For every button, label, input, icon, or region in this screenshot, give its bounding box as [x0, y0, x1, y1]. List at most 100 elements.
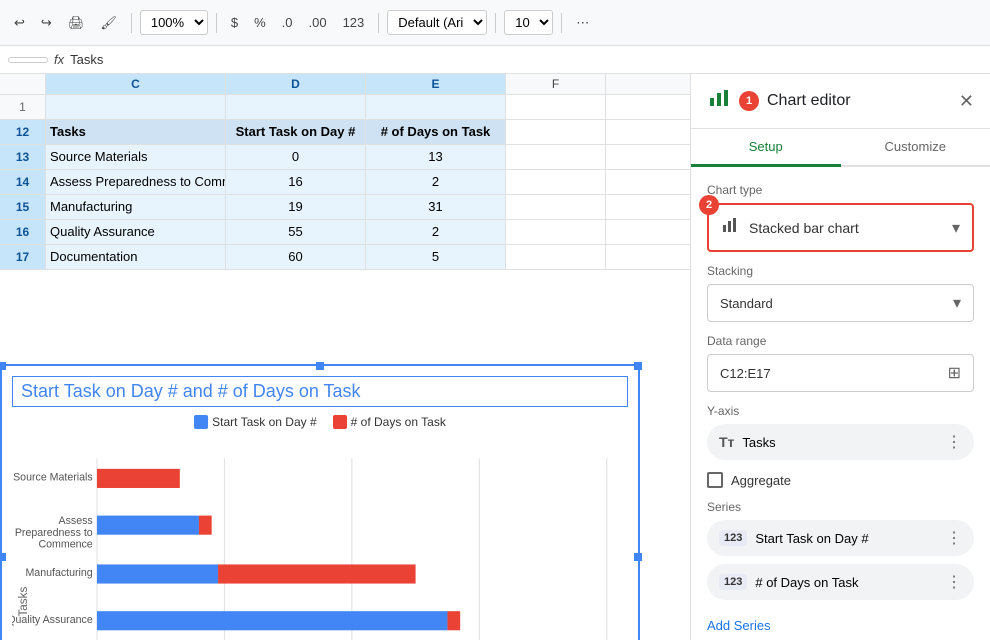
grid-icon[interactable]: ⊞	[948, 363, 961, 383]
resize-handle-tl[interactable]	[0, 362, 6, 370]
row-header: 12 Tasks Start Task on Day # # of Days o…	[0, 120, 690, 145]
sheet-body: 1 12 Tasks Start Task on Day # # of Days…	[0, 95, 690, 270]
resize-handle-t[interactable]	[316, 362, 324, 370]
cell-c13[interactable]: Source Materials	[46, 145, 226, 169]
chart-icon	[707, 86, 731, 116]
cell-e13[interactable]: 13	[366, 145, 506, 169]
row-num-13: 13	[0, 145, 46, 169]
svg-text:Assess: Assess	[59, 515, 93, 527]
cell-e16[interactable]: 2	[366, 220, 506, 244]
cell-f17[interactable]	[506, 245, 606, 269]
separator-4	[495, 13, 496, 33]
svg-text:Commence: Commence	[38, 538, 92, 550]
cell-f15[interactable]	[506, 195, 606, 219]
main-content: C D E F 1 12 Tasks Start Task on Day # #…	[0, 74, 990, 640]
resize-handle-r[interactable]	[634, 553, 642, 561]
resize-handle-l[interactable]	[0, 553, 6, 561]
percent-button[interactable]: %	[248, 11, 272, 34]
decimal-increase-button[interactable]: .00	[302, 11, 332, 34]
stacking-dropdown[interactable]: Standard ▾	[707, 284, 974, 322]
separator-2	[216, 13, 217, 33]
more-options-button[interactable]: ⋯	[570, 11, 595, 35]
cell-f16[interactable]	[506, 220, 606, 244]
cell-f12[interactable]	[506, 120, 606, 144]
y-axis-more-icon[interactable]: ⋮	[946, 432, 962, 452]
series-label-0: Start Task on Day #	[755, 531, 868, 546]
stacking-value: Standard	[720, 296, 773, 311]
legend-item-blue: Start Task on Day #	[194, 415, 317, 429]
add-series-button[interactable]: Add Series	[707, 612, 974, 639]
cell-c14[interactable]: Assess Preparedness to Commence	[46, 170, 226, 194]
cell-e14[interactable]: 2	[366, 170, 506, 194]
svg-text:Manufacturing: Manufacturing	[25, 567, 92, 579]
cell-d1[interactable]	[226, 95, 366, 119]
cell-f14[interactable]	[506, 170, 606, 194]
svg-text:Quality Assurance: Quality Assurance	[12, 614, 93, 626]
editor-body: Chart type 2 Stacked bar chart	[691, 167, 990, 640]
data-range-section: Data range C12:E17 ⊞	[707, 334, 974, 392]
cell-d12[interactable]: Start Task on Day #	[226, 120, 366, 144]
chart-title-input[interactable]	[12, 376, 628, 407]
print-button[interactable]: 🖨	[62, 11, 91, 35]
y-axis-item[interactable]: Tт Tasks ⋮	[707, 424, 974, 460]
col-header-f[interactable]: F	[506, 74, 606, 94]
editor-tabs: Setup Customize	[691, 129, 990, 167]
cell-d17[interactable]: 60	[226, 245, 366, 269]
chart-type-selector[interactable]: 2 Stacked bar chart ▾	[707, 203, 974, 252]
cell-d13[interactable]: 0	[226, 145, 366, 169]
cell-c15[interactable]: Manufacturing	[46, 195, 226, 219]
badge-2: 2	[699, 195, 719, 215]
row-num-14: 14	[0, 170, 46, 194]
col-header-c[interactable]: C	[46, 74, 226, 94]
aggregate-checkbox[interactable]	[707, 472, 723, 488]
col-header-e[interactable]: E	[366, 74, 506, 94]
tab-setup[interactable]: Setup	[691, 129, 841, 167]
chart-legend: Start Task on Day # # of Days on Task	[12, 415, 628, 429]
row-16: 16 Quality Assurance 55 2	[0, 220, 690, 245]
series-item-1[interactable]: 123 # of Days on Task ⋮	[707, 564, 974, 600]
row-13: 13 Source Materials 0 13	[0, 145, 690, 170]
cell-e17[interactable]: 5	[366, 245, 506, 269]
undo-button[interactable]: ↩	[8, 11, 31, 35]
row-empty-1: 1	[0, 95, 690, 120]
cell-d14[interactable]: 16	[226, 170, 366, 194]
resize-handle-tr[interactable]	[634, 362, 642, 370]
chart-container[interactable]: Start Task on Day # # of Days on Task Ta…	[0, 364, 640, 640]
cell-e15[interactable]: 31	[366, 195, 506, 219]
cell-c12[interactable]: Tasks	[46, 120, 226, 144]
col-header-d[interactable]: D	[226, 74, 366, 94]
data-range-field[interactable]: C12:E17 ⊞	[707, 354, 974, 392]
spreadsheet: C D E F 1 12 Tasks Start Task on Day # #…	[0, 74, 690, 640]
paint-format-button[interactable]: 🖌	[94, 11, 123, 35]
cell-c1[interactable]	[46, 95, 226, 119]
separator-3	[378, 13, 379, 33]
cell-c16[interactable]: Quality Assurance	[46, 220, 226, 244]
redo-button[interactable]: ↪	[35, 11, 58, 35]
stacking-chevron-icon: ▾	[953, 293, 961, 313]
series-more-icon-0[interactable]: ⋮	[946, 528, 962, 548]
svg-text:Tasks: Tasks	[17, 587, 30, 617]
zoom-select[interactable]: 100%	[140, 10, 208, 35]
row-num-1: 1	[0, 95, 46, 119]
cell-reference	[8, 57, 48, 63]
cell-e12[interactable]: # of Days on Task	[366, 120, 506, 144]
cell-f13[interactable]	[506, 145, 606, 169]
currency-button[interactable]: $	[225, 11, 244, 34]
decimal-decrease-button[interactable]: .0	[276, 11, 299, 34]
number-format-button[interactable]: 123	[337, 11, 371, 34]
series-item-0[interactable]: 123 Start Task on Day # ⋮	[707, 520, 974, 556]
font-size-select[interactable]: 10	[504, 10, 553, 35]
series-more-icon-1[interactable]: ⋮	[946, 572, 962, 592]
tab-customize[interactable]: Customize	[841, 129, 990, 167]
cell-d16[interactable]: 55	[226, 220, 366, 244]
series-list: 123 Start Task on Day # ⋮ 123 # of Days …	[707, 520, 974, 600]
font-select[interactable]: Default (Ari	[387, 10, 487, 35]
series-badge-1: 123	[719, 574, 747, 590]
cell-e1[interactable]	[366, 95, 506, 119]
series-item-left-1: 123 # of Days on Task	[719, 574, 858, 590]
cell-d15[interactable]: 19	[226, 195, 366, 219]
close-button[interactable]: ✕	[959, 91, 974, 112]
cell-f1[interactable]	[506, 95, 606, 119]
cell-c17[interactable]: Documentation	[46, 245, 226, 269]
chevron-down-icon: ▾	[952, 218, 960, 238]
